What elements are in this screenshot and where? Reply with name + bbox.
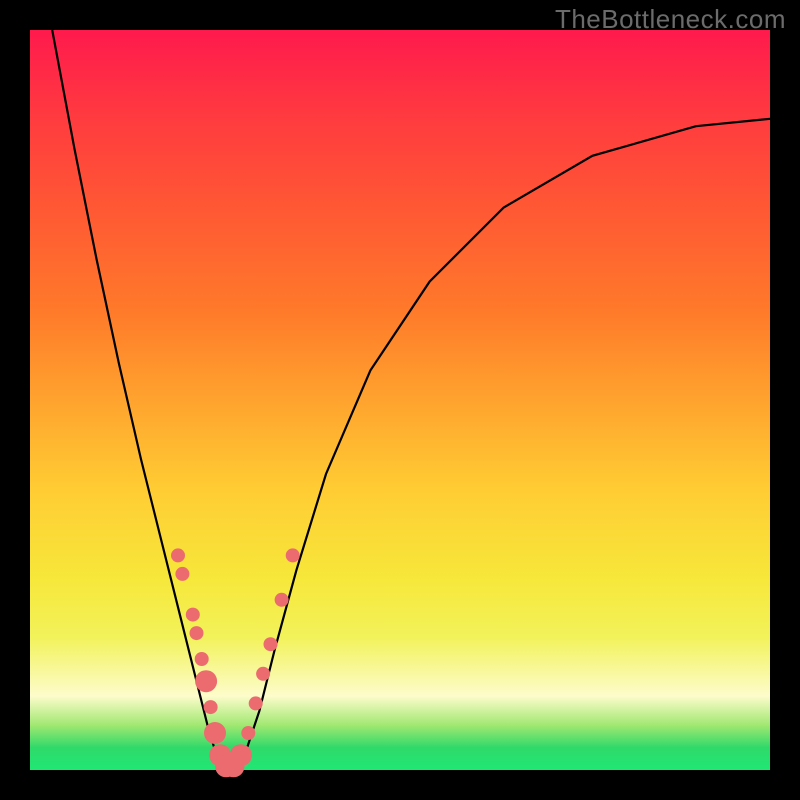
marker-dots [171,548,300,777]
marker-dot [204,722,226,744]
curve-right-branch [234,119,771,770]
marker-dot [204,700,218,714]
marker-dot [171,548,185,562]
marker-dot [241,726,255,740]
plot-area [30,30,770,770]
marker-dot [190,626,204,640]
marker-dot [195,670,217,692]
marker-dot [186,608,200,622]
marker-dot [249,696,263,710]
marker-dot [256,667,270,681]
marker-dot [195,652,209,666]
chart-svg [30,30,770,770]
marker-dot [230,744,252,766]
marker-dot [264,637,278,651]
outer-frame: TheBottleneck.com [0,0,800,800]
marker-dot [175,567,189,581]
marker-dot [275,593,289,607]
marker-dot [286,548,300,562]
